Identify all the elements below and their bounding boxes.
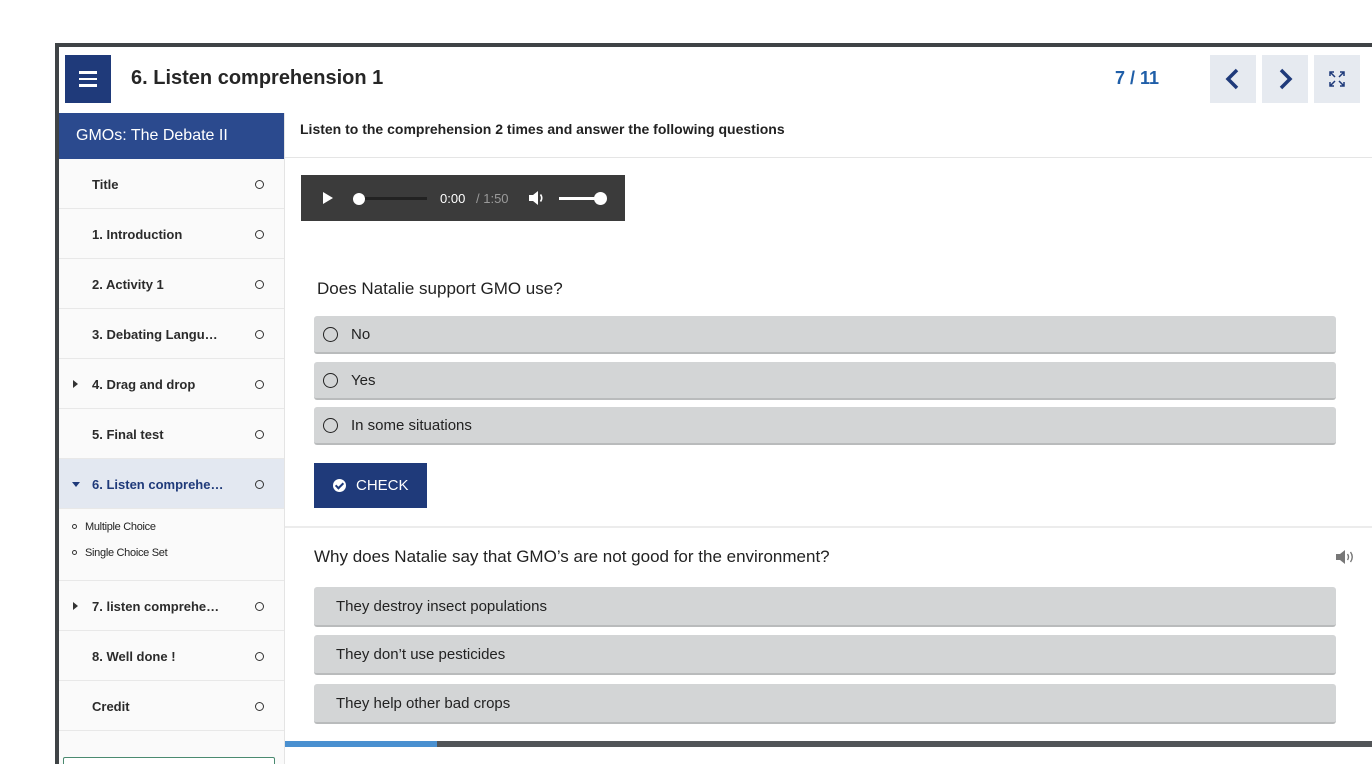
choice-label: In some situations bbox=[351, 417, 472, 434]
sidebar-item-label: 7. listen comprehe… bbox=[92, 599, 220, 614]
current-time: 0:00 bbox=[440, 191, 466, 206]
answer-option[interactable]: They destroy insect populations bbox=[314, 587, 1336, 627]
subitem-multiple-choice[interactable]: Multiple Choice bbox=[59, 517, 284, 543]
answer-label: They destroy insect populations bbox=[336, 598, 547, 615]
sidebar-item-label: 4. Drag and drop bbox=[92, 377, 196, 392]
main-content: Listen to the comprehension 2 times and … bbox=[285, 113, 1372, 743]
audio-player[interactable]: 0:00 / 1:50 bbox=[301, 175, 625, 221]
status-circle-icon bbox=[255, 330, 264, 339]
sidebar-item-label: Credit bbox=[92, 699, 130, 714]
sidebar: GMOs: The Debate II Title 1. Introductio… bbox=[59, 113, 285, 764]
sidebar-item-introduction[interactable]: 1. Introduction bbox=[59, 209, 284, 259]
slide-progress-bar bbox=[285, 741, 1372, 747]
status-circle-icon bbox=[255, 652, 264, 661]
sidebar-item-label: 6. Listen comprehe… bbox=[92, 477, 224, 492]
bullet-icon bbox=[72, 524, 77, 529]
choice-label: No bbox=[351, 326, 371, 343]
status-circle-icon bbox=[255, 280, 264, 289]
sidebar-item-label: 5. Final test bbox=[92, 427, 164, 442]
status-circle-icon bbox=[255, 602, 264, 611]
sidebar-item-title[interactable]: Title bbox=[59, 159, 284, 209]
sidebar-bottom-button[interactable] bbox=[63, 757, 275, 764]
choice-no[interactable]: No bbox=[314, 316, 1336, 354]
divider bbox=[285, 526, 1372, 528]
sidebar-item-label: 8. Well done ! bbox=[92, 649, 176, 664]
status-circle-icon bbox=[255, 430, 264, 439]
volume-icon[interactable] bbox=[528, 190, 546, 206]
sidebar-item-debating-language[interactable]: 3. Debating Langu… bbox=[59, 309, 284, 359]
seek-bar[interactable] bbox=[355, 197, 427, 200]
sidebar-item-label: 3. Debating Langu… bbox=[92, 327, 218, 342]
sidebar-item-activity-1[interactable]: 2. Activity 1 bbox=[59, 259, 284, 309]
sidebar-item-label: 1. Introduction bbox=[92, 227, 183, 242]
check-circle-icon bbox=[333, 479, 346, 492]
divider bbox=[285, 157, 1372, 158]
speaker-icon[interactable] bbox=[1335, 549, 1357, 565]
sidebar-item-listen-comprehension-1[interactable]: 6. Listen comprehe… bbox=[59, 459, 284, 509]
menu-button[interactable] bbox=[65, 55, 111, 103]
slide-counter: 7 / 11 bbox=[1115, 68, 1160, 88]
sidebar-subitems: Multiple Choice Single Choice Set bbox=[59, 509, 284, 581]
status-circle-icon bbox=[255, 702, 264, 711]
subitem-label: Multiple Choice bbox=[85, 521, 156, 533]
status-circle-icon bbox=[255, 480, 264, 489]
fullscreen-button[interactable] bbox=[1314, 55, 1360, 103]
choice-label: Yes bbox=[351, 372, 376, 389]
next-button[interactable] bbox=[1262, 55, 1308, 103]
sidebar-item-well-done[interactable]: 8. Well done ! bbox=[59, 631, 284, 681]
expand-arrow-icon[interactable] bbox=[73, 602, 78, 610]
check-button-label: CHECK bbox=[356, 477, 409, 494]
course-title: GMOs: The Debate II bbox=[59, 113, 284, 159]
status-circle-icon bbox=[255, 230, 264, 239]
status-circle-icon bbox=[255, 180, 264, 189]
volume-bar[interactable] bbox=[559, 197, 599, 200]
radio-icon[interactable] bbox=[323, 327, 338, 342]
page-title: 6. Listen comprehension 1 bbox=[131, 67, 384, 89]
choice-in-some-situations[interactable]: In some situations bbox=[314, 407, 1336, 445]
hamburger-icon bbox=[79, 71, 97, 74]
question-2-text: Why does Natalie say that GMO’s are not … bbox=[314, 547, 830, 566]
sidebar-item-drag-and-drop[interactable]: 4. Drag and drop bbox=[59, 359, 284, 409]
sidebar-item-credit[interactable]: Credit bbox=[59, 681, 284, 731]
volume-knob[interactable] bbox=[594, 192, 607, 205]
seek-knob[interactable] bbox=[353, 193, 365, 205]
status-circle-icon bbox=[255, 380, 264, 389]
header-bar: 6. Listen comprehension 1 7 / 11 bbox=[59, 47, 1372, 113]
check-button[interactable]: CHECK bbox=[314, 463, 427, 508]
total-time: / 1:50 bbox=[476, 191, 509, 206]
sidebar-item-label: 2. Activity 1 bbox=[92, 277, 164, 292]
answer-option[interactable]: They don’t use pesticides bbox=[314, 635, 1336, 675]
presentation-frame: 6. Listen comprehension 1 7 / 11 GMOs: T… bbox=[55, 43, 1372, 764]
chevron-left-icon bbox=[1225, 68, 1239, 90]
answer-option[interactable]: They help other bad crops bbox=[314, 684, 1336, 724]
choice-yes[interactable]: Yes bbox=[314, 362, 1336, 400]
subitem-label: Single Choice Set bbox=[85, 547, 168, 559]
subitem-single-choice-set[interactable]: Single Choice Set bbox=[59, 543, 284, 569]
bullet-icon bbox=[72, 550, 77, 555]
expand-icon bbox=[1329, 71, 1345, 87]
chevron-right-icon bbox=[1279, 68, 1293, 90]
radio-icon[interactable] bbox=[323, 418, 338, 433]
sidebar-item-listen-comprehension-2[interactable]: 7. listen comprehe… bbox=[59, 581, 284, 631]
instruction-text: Listen to the comprehension 2 times and … bbox=[300, 121, 785, 137]
play-icon[interactable] bbox=[323, 192, 333, 204]
question-1-text: Does Natalie support GMO use? bbox=[317, 279, 563, 298]
radio-icon[interactable] bbox=[323, 373, 338, 388]
collapse-arrow-icon[interactable] bbox=[72, 482, 80, 487]
slide-progress-fill bbox=[285, 741, 438, 747]
expand-arrow-icon[interactable] bbox=[73, 380, 78, 388]
sidebar-item-final-test[interactable]: 5. Final test bbox=[59, 409, 284, 459]
answer-label: They don’t use pesticides bbox=[336, 646, 506, 663]
answer-label: They help other bad crops bbox=[336, 695, 511, 712]
sidebar-item-label: Title bbox=[92, 177, 119, 192]
previous-button[interactable] bbox=[1210, 55, 1256, 103]
